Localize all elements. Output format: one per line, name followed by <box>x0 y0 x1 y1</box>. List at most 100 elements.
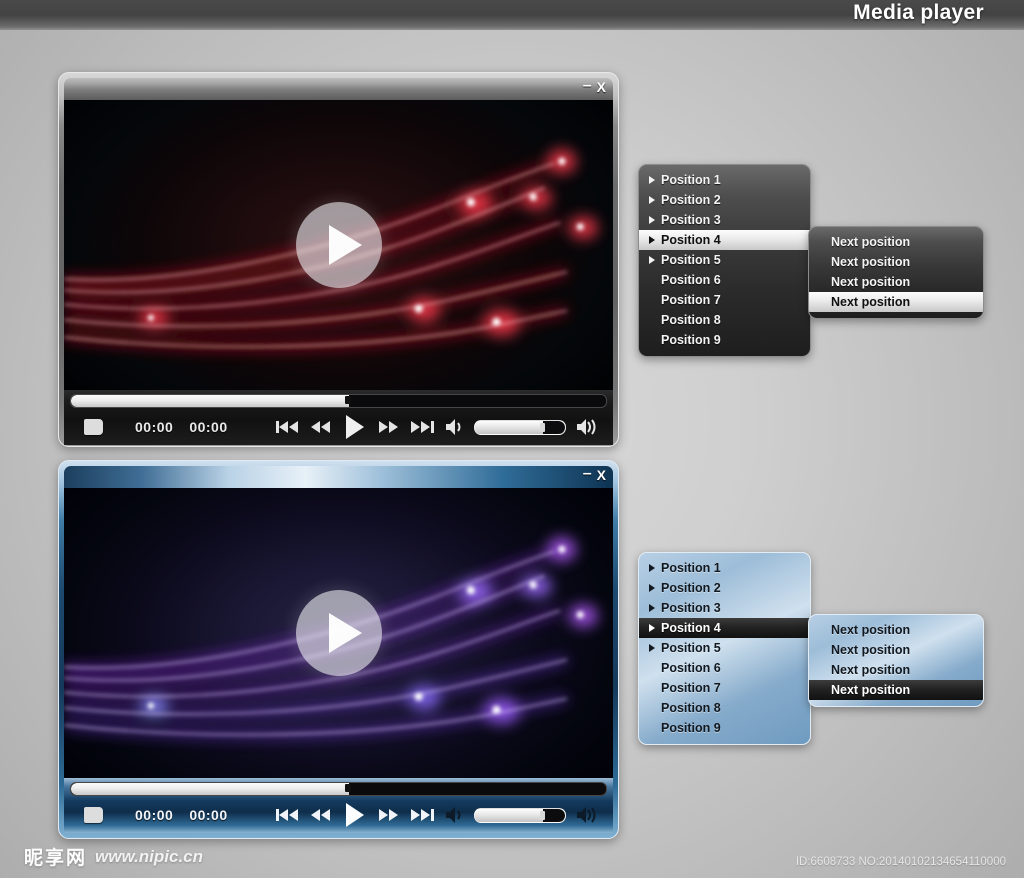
submenu-item-next-position-2[interactable]: Next position <box>809 640 983 660</box>
chevron-right-icon <box>649 235 655 244</box>
menu-item-label: Position 1 <box>661 173 721 187</box>
menu-item-label: Position 1 <box>661 561 721 575</box>
menu-item-position-6[interactable]: Position 6 <box>639 270 810 290</box>
volume-handle[interactable] <box>539 810 545 820</box>
progress-fill <box>71 395 350 407</box>
chevron-right-icon <box>649 563 655 572</box>
menu-item-position-6[interactable]: Position 6 <box>639 658 810 678</box>
submenu-item-label: Next position <box>831 683 911 697</box>
minimize-icon[interactable]: – <box>583 465 592 481</box>
volume-high-icon[interactable] <box>575 418 597 436</box>
submenu-item-label: Next position <box>831 623 911 637</box>
submenu-item-next-position-2[interactable]: Next position <box>809 252 983 272</box>
chevron-right-icon <box>649 623 655 632</box>
previous-track-button[interactable] <box>275 419 300 435</box>
stop-button[interactable] <box>84 807 103 823</box>
rewind-button[interactable] <box>310 807 332 823</box>
menu-item-label: Position 8 <box>661 701 721 715</box>
volume-low-icon[interactable] <box>444 806 466 824</box>
volume-high-icon[interactable] <box>575 806 597 824</box>
video-screen[interactable] <box>64 100 613 390</box>
volume-handle[interactable] <box>539 422 545 432</box>
menu-item-position-7[interactable]: Position 7 <box>639 678 810 698</box>
chevron-right-icon <box>649 583 655 592</box>
chevron-right-icon <box>649 195 655 204</box>
context-submenu-blue[interactable]: Next position Next position Next positio… <box>808 614 984 707</box>
menu-item-position-1[interactable]: Position 1 <box>639 558 810 578</box>
menu-item-position-3[interactable]: Position 3 <box>639 210 810 230</box>
submenu-item-label: Next position <box>831 663 911 677</box>
submenu-item-next-position-4[interactable]: Next position <box>809 292 983 312</box>
menu-item-label: Position 7 <box>661 681 721 695</box>
submenu-item-next-position-1[interactable]: Next position <box>809 620 983 640</box>
minimize-icon[interactable]: – <box>583 77 592 93</box>
close-icon[interactable]: X <box>597 80 606 94</box>
video-screen[interactable] <box>64 488 613 778</box>
total-time: 00:00 <box>189 807 228 823</box>
menu-item-position-4[interactable]: Position 4 <box>639 230 810 250</box>
play-button[interactable] <box>344 802 366 828</box>
menu-item-label: Position 4 <box>661 621 721 635</box>
menu-item-position-9[interactable]: Position 9 <box>639 330 810 350</box>
menu-item-position-1[interactable]: Position 1 <box>639 170 810 190</box>
rewind-button[interactable] <box>310 419 332 435</box>
progress-fill <box>71 783 350 795</box>
volume-slider[interactable] <box>474 419 566 435</box>
submenu-item-next-position-3[interactable]: Next position <box>809 272 983 292</box>
submenu-item-label: Next position <box>831 643 911 657</box>
progress-handle[interactable] <box>344 396 351 404</box>
menu-item-position-9[interactable]: Position 9 <box>639 718 810 738</box>
submenu-item-next-position-4[interactable]: Next position <box>809 680 983 700</box>
submenu-item-next-position-1[interactable]: Next position <box>809 232 983 252</box>
context-menu-blue[interactable]: Position 1 Position 2 Position 3 Positio… <box>638 552 811 745</box>
menu-item-position-7[interactable]: Position 7 <box>639 290 810 310</box>
menu-item-label: Position 5 <box>661 641 721 655</box>
context-menu-dark[interactable]: Position 1 Position 2 Position 3 Positio… <box>638 164 811 357</box>
menu-item-position-4[interactable]: Position 4 <box>639 618 810 638</box>
menu-item-label: Position 2 <box>661 581 721 595</box>
elapsed-time: 00:00 <box>135 807 174 823</box>
submenu-item-label: Next position <box>831 235 911 249</box>
menu-item-position-5[interactable]: Position 5 <box>639 250 810 270</box>
submenu-item-next-position-3[interactable]: Next position <box>809 660 983 680</box>
next-track-button[interactable] <box>410 807 434 823</box>
submenu-item-label: Next position <box>831 295 911 309</box>
fast-forward-button[interactable] <box>378 807 400 823</box>
menu-item-label: Position 5 <box>661 253 721 267</box>
title-bar[interactable]: – X <box>64 465 613 488</box>
progress-bar[interactable] <box>70 782 607 796</box>
previous-track-button[interactable] <box>275 807 300 823</box>
media-player-window-blue[interactable]: – X 00:00 00:00 <box>58 460 619 839</box>
chevron-right-icon <box>649 255 655 264</box>
close-icon[interactable]: X <box>597 468 606 482</box>
total-time: 00:00 <box>189 419 228 435</box>
window-buttons: – X <box>583 77 606 94</box>
menu-item-position-5[interactable]: Position 5 <box>639 638 810 658</box>
play-overlay-button[interactable] <box>295 590 382 676</box>
menu-item-position-3[interactable]: Position 3 <box>639 598 810 618</box>
menu-item-label: Position 3 <box>661 213 721 227</box>
media-player-window-dark[interactable]: – X 00:00 00:00 <box>58 72 619 447</box>
next-track-button[interactable] <box>410 419 434 435</box>
progress-handle[interactable] <box>344 784 351 792</box>
menu-item-position-2[interactable]: Position 2 <box>639 190 810 210</box>
progress-bar[interactable] <box>70 394 607 408</box>
volume-low-icon[interactable] <box>444 418 466 436</box>
volume-slider[interactable] <box>474 807 566 823</box>
menu-item-position-8[interactable]: Position 8 <box>639 698 810 718</box>
menu-item-label: Position 7 <box>661 293 721 307</box>
title-bar[interactable]: – X <box>64 77 613 100</box>
watermark-url: www.nipic.cn <box>95 846 204 866</box>
play-button[interactable] <box>344 414 366 440</box>
control-bar: 00:00 00:00 <box>64 390 613 445</box>
context-submenu-dark[interactable]: Next position Next position Next positio… <box>808 226 984 319</box>
chevron-right-icon <box>649 643 655 652</box>
menu-item-position-2[interactable]: Position 2 <box>639 578 810 598</box>
menu-item-label: Position 4 <box>661 233 721 247</box>
fast-forward-button[interactable] <box>378 419 400 435</box>
play-overlay-button[interactable] <box>295 202 382 288</box>
chevron-right-icon <box>649 215 655 224</box>
watermark: 昵享网 www.nipic.cn <box>24 843 203 870</box>
menu-item-position-8[interactable]: Position 8 <box>639 310 810 330</box>
stop-button[interactable] <box>84 419 103 435</box>
